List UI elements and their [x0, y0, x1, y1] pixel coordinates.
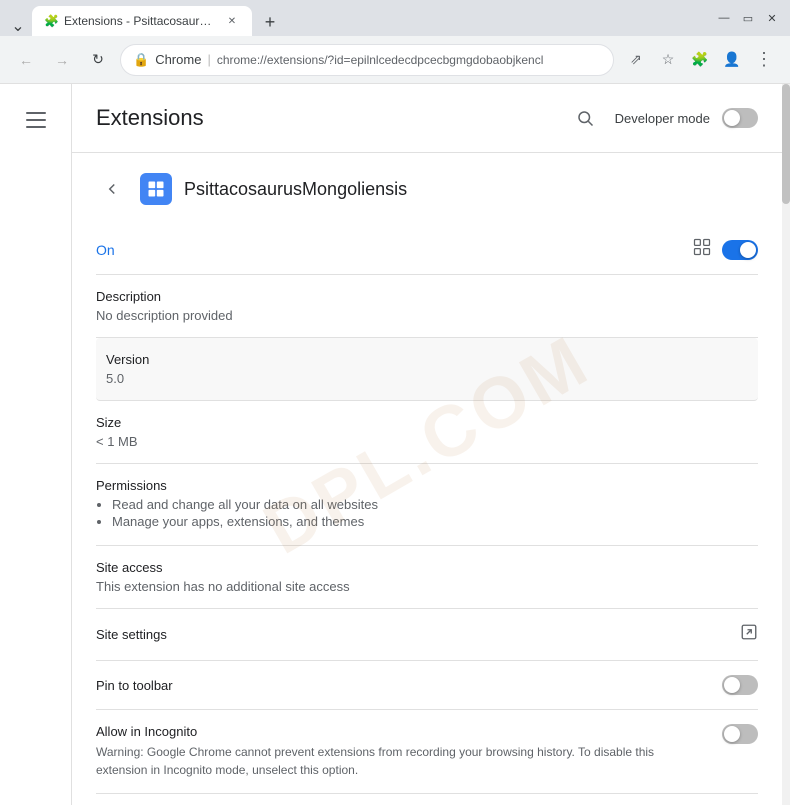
- forward-button[interactable]: →: [48, 46, 76, 74]
- toggle-thumb: [724, 677, 740, 693]
- tab-close-button[interactable]: ✕: [224, 13, 240, 29]
- tab-title: Extensions - PsittacosaurusMon...: [64, 14, 218, 28]
- menu-icon[interactable]: ⋮: [750, 46, 778, 74]
- extension-icon: [140, 173, 172, 205]
- back-row: PsittacosaurusMongoliensis: [96, 173, 758, 205]
- toolbar-icons: ⇗ ☆ 🧩 👤 ⋮: [622, 46, 778, 74]
- back-button[interactable]: [96, 173, 128, 205]
- browser-window: ⌄ 🧩 Extensions - PsittacosaurusMon... ✕ …: [0, 0, 790, 805]
- title-bar: ⌄ 🧩 Extensions - PsittacosaurusMon... ✕ …: [0, 0, 790, 36]
- minimize-button[interactable]: ―: [714, 8, 734, 28]
- permissions-value: Read and change all your data on all web…: [96, 497, 758, 529]
- version-section: Version 5.0: [96, 338, 758, 401]
- pin-to-toolbar-label: Pin to toolbar: [96, 678, 173, 693]
- pin-to-toolbar-row: Pin to toolbar: [96, 661, 758, 710]
- reload-button[interactable]: ↻: [84, 46, 112, 74]
- share-icon[interactable]: ⇗: [622, 46, 650, 74]
- url-bar[interactable]: 🔒 Chrome | chrome://extensions/?id=epiln…: [120, 44, 614, 76]
- status-on-label: On: [96, 242, 115, 258]
- incognito-header: Allow in Incognito Warning: Google Chrom…: [96, 724, 758, 779]
- permission-item-1: Read and change all your data on all web…: [112, 497, 758, 512]
- search-button[interactable]: [567, 100, 603, 136]
- developer-mode-label: Developer mode: [615, 111, 710, 126]
- incognito-text: Allow in Incognito Warning: Google Chrom…: [96, 724, 656, 779]
- url-site-label: Chrome: [155, 52, 201, 67]
- incognito-warning: Warning: Google Chrome cannot prevent ex…: [96, 743, 656, 779]
- url-path: chrome://extensions/?id=epilnlcedecdpcec…: [217, 53, 601, 67]
- permissions-label: Permissions: [96, 478, 758, 493]
- tab-chevron[interactable]: ⌄: [8, 16, 28, 36]
- toggle-thumb: [724, 726, 740, 742]
- description-section: Description No description provided: [96, 275, 758, 338]
- developer-mode-toggle[interactable]: [722, 108, 758, 128]
- secure-icon: 🔒: [133, 52, 149, 68]
- main-content: Extensions Developer mode: [72, 84, 782, 805]
- back-button[interactable]: ←: [12, 46, 40, 74]
- site-access-label: Site access: [96, 560, 758, 575]
- extensions-icon[interactable]: 🧩: [686, 46, 714, 74]
- size-value: < 1 MB: [96, 434, 758, 449]
- source-section: Source Not from Chrome Web Store.: [96, 794, 758, 805]
- scrollbar-thumb[interactable]: [782, 84, 790, 204]
- site-settings-link[interactable]: [740, 623, 758, 646]
- toggle-thumb: [724, 110, 740, 126]
- status-row: On: [96, 225, 758, 275]
- description-value: No description provided: [96, 308, 758, 323]
- toggle-thumb: [740, 242, 756, 258]
- scrollbar[interactable]: [782, 84, 790, 805]
- url-separator: |: [207, 52, 210, 67]
- tab-bar: ⌄ 🧩 Extensions - PsittacosaurusMon... ✕ …: [8, 0, 284, 36]
- detail-panel: PsittacosaurusMongoliensis On: [72, 153, 782, 805]
- version-label: Version: [106, 352, 748, 367]
- profile-icon[interactable]: 👤: [718, 46, 746, 74]
- site-access-value: This extension has no additional site ac…: [96, 579, 758, 594]
- status-icons: [692, 237, 758, 262]
- grid-icon[interactable]: [692, 237, 712, 262]
- permissions-section: Permissions Read and change all your dat…: [96, 464, 758, 546]
- description-label: Description: [96, 289, 758, 304]
- sidebar: [0, 84, 72, 805]
- new-tab-button[interactable]: +: [256, 8, 284, 36]
- extensions-header: Extensions Developer mode: [72, 84, 782, 153]
- active-tab[interactable]: 🧩 Extensions - PsittacosaurusMon... ✕: [32, 6, 252, 36]
- pin-toolbar-toggle[interactable]: [722, 675, 758, 695]
- site-settings-row: Site settings: [96, 609, 758, 661]
- size-label: Size: [96, 415, 758, 430]
- extensions-title: Extensions: [96, 105, 204, 131]
- close-button[interactable]: ✕: [762, 8, 782, 28]
- extension-enable-toggle[interactable]: [722, 240, 758, 260]
- permission-item-2: Manage your apps, extensions, and themes: [112, 514, 758, 529]
- tab-favicon: 🧩: [44, 14, 58, 28]
- incognito-section: Allow in Incognito Warning: Google Chrom…: [96, 710, 758, 794]
- window-controls: ― ▭ ✕: [714, 8, 782, 28]
- maximize-button[interactable]: ▭: [738, 8, 758, 28]
- bookmark-icon[interactable]: ☆: [654, 46, 682, 74]
- site-settings-label: Site settings: [96, 627, 167, 642]
- header-right: Developer mode: [567, 100, 758, 136]
- extensions-page: Extensions Developer mode: [0, 84, 790, 805]
- size-section: Size < 1 MB: [96, 401, 758, 464]
- version-value: 5.0: [106, 371, 748, 386]
- site-access-section: Site access This extension has no additi…: [96, 546, 758, 609]
- incognito-toggle[interactable]: [722, 724, 758, 744]
- sidebar-menu-icon[interactable]: [16, 100, 56, 140]
- address-bar: ← → ↻ 🔒 Chrome | chrome://extensions/?id…: [0, 36, 790, 84]
- extension-name: PsittacosaurusMongoliensis: [184, 179, 407, 200]
- incognito-title: Allow in Incognito: [96, 724, 656, 739]
